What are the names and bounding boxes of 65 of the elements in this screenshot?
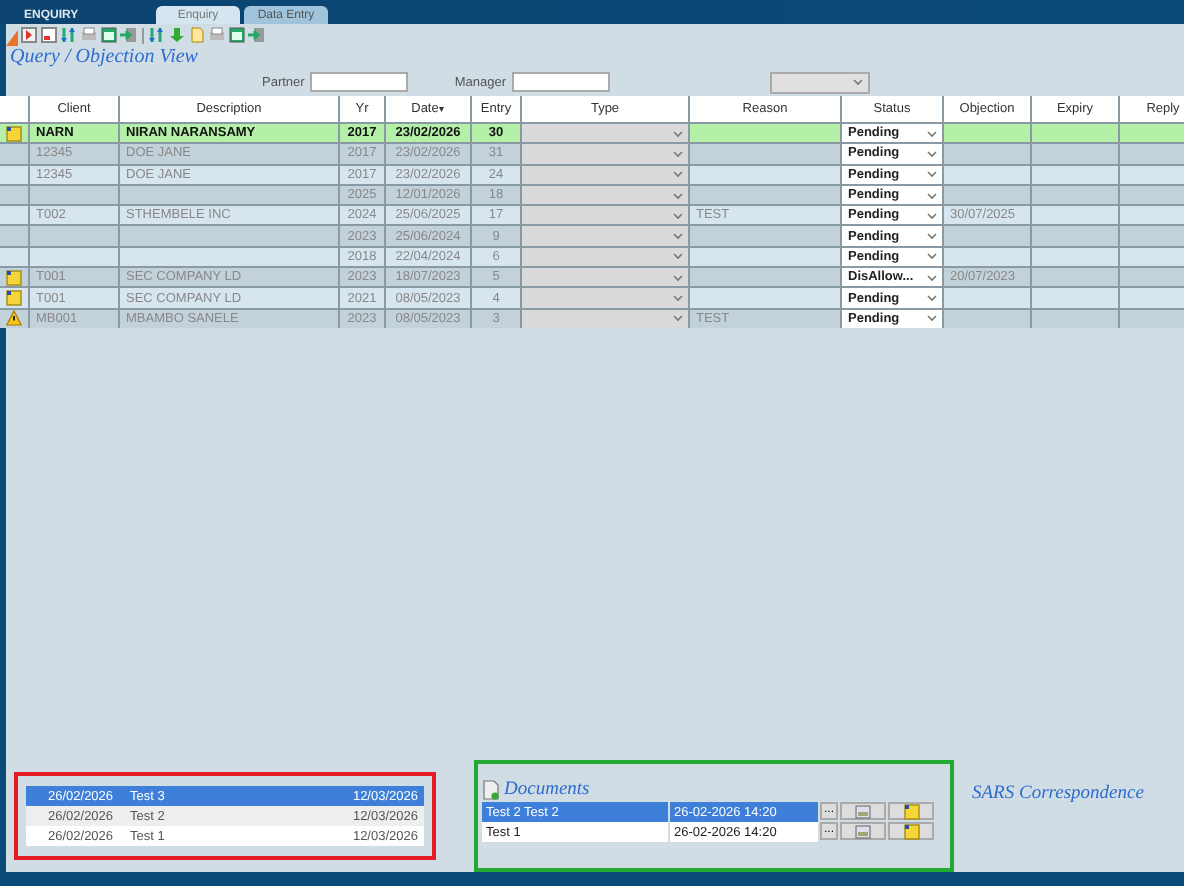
type-dropdown[interactable]: [522, 185, 688, 205]
table-cell: [944, 144, 1030, 164]
header-cell: [0, 96, 28, 122]
exit-icon[interactable]: [248, 26, 266, 44]
window-icon[interactable]: [100, 26, 118, 44]
note-icon: [903, 803, 919, 819]
filter-dropdown[interactable]: [769, 71, 870, 93]
type-dropdown[interactable]: [522, 309, 688, 328]
arrow-icon[interactable]: [20, 26, 38, 44]
table-cell: [944, 165, 1030, 184]
table-cell: [1032, 206, 1118, 225]
partner-field[interactable]: [310, 72, 409, 92]
type-dropdown[interactable]: [522, 165, 688, 184]
table-cell: [944, 226, 1030, 246]
table-cell: [1120, 124, 1184, 143]
table-cell: [1032, 165, 1118, 184]
table-cell: [1120, 247, 1184, 267]
table-cell: [1032, 226, 1118, 246]
type-dropdown[interactable]: [522, 247, 688, 267]
table-cell: [30, 247, 118, 267]
down-arrow-icon[interactable]: [168, 26, 186, 44]
documents-title: Documents: [504, 780, 590, 800]
table-cell: [1120, 309, 1184, 328]
table-cell: [30, 226, 118, 246]
table-cell: [944, 124, 1030, 143]
table-cell: [1032, 247, 1118, 267]
table-cell: [1032, 124, 1118, 143]
sort-icon[interactable]: [148, 26, 166, 44]
correspondence-title: SARS Correspondence: [972, 784, 1144, 804]
table-cell: [1032, 144, 1118, 164]
table-cell: [944, 288, 1030, 308]
table-cell: [1120, 185, 1184, 205]
scan-button[interactable]: [840, 802, 886, 820]
view-title: Query / Objection View: [8, 46, 200, 70]
table-cell: [944, 309, 1030, 328]
table-cell: [1032, 288, 1118, 308]
window-icon[interactable]: [228, 26, 246, 44]
table-cell: [1120, 206, 1184, 225]
table-cell: [944, 185, 1030, 205]
note-button[interactable]: [888, 822, 934, 840]
note-icon: [903, 823, 919, 839]
table-cell: [1032, 268, 1118, 287]
grid-icon[interactable]: [40, 26, 58, 44]
manager-field[interactable]: [511, 72, 610, 92]
printer-icon[interactable]: [80, 26, 98, 44]
printer-icon[interactable]: [208, 26, 226, 44]
corner-icon: [6, 30, 18, 46]
document-icon: [482, 780, 500, 800]
table-cell: [1032, 185, 1118, 205]
type-dropdown[interactable]: [522, 206, 688, 225]
scan-button[interactable]: [840, 822, 886, 840]
table-cell: [1120, 165, 1184, 184]
chevron-down-icon: [851, 78, 864, 86]
table-cell: [1032, 309, 1118, 328]
type-dropdown[interactable]: [522, 268, 688, 287]
table-cell: [1120, 268, 1184, 287]
sort-icon[interactable]: [60, 26, 78, 44]
type-dropdown[interactable]: [522, 124, 688, 143]
table-cell: [30, 185, 118, 205]
table-cell: [1120, 226, 1184, 246]
table-cell: [1120, 288, 1184, 308]
table-cell: [1120, 144, 1184, 164]
exit-icon[interactable]: [120, 26, 138, 44]
note-button[interactable]: [888, 802, 934, 820]
table-cell: [944, 247, 1030, 267]
